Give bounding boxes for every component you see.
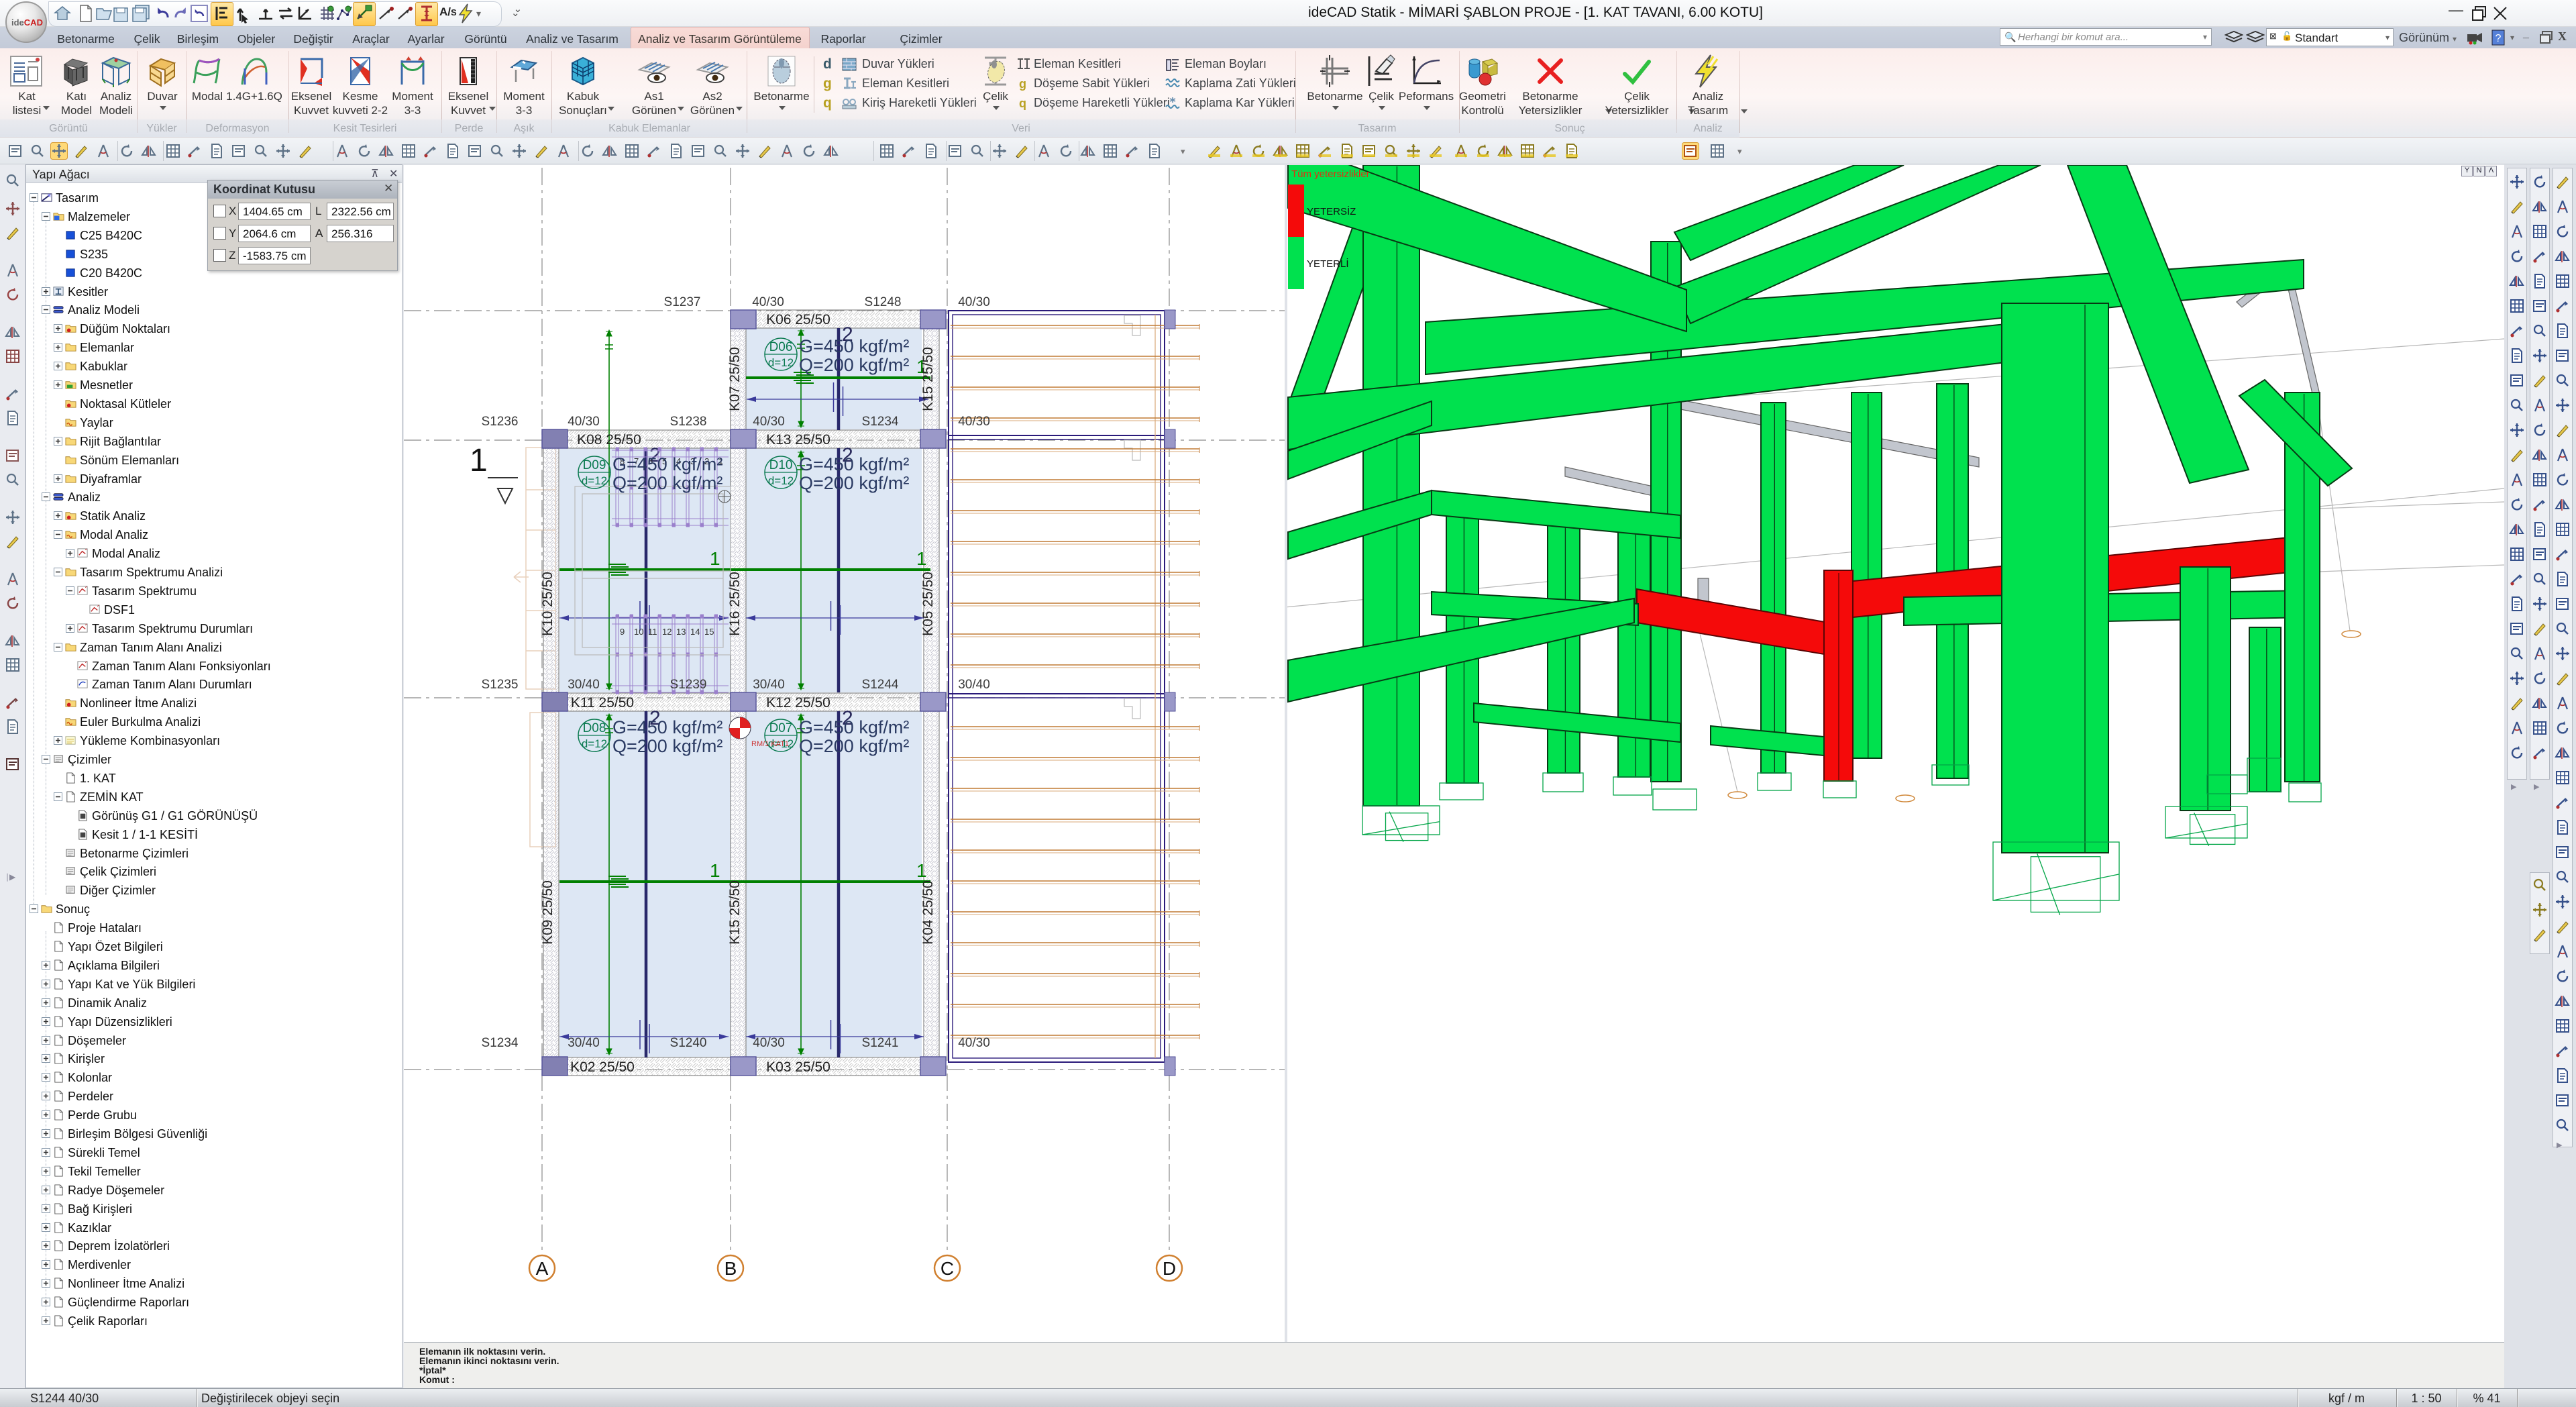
svg-text:S1240: S1240 [670, 1036, 707, 1050]
svg-text:K10 25/50: K10 25/50 [540, 572, 555, 636]
svg-text:10: 10 [634, 627, 643, 637]
svg-text:d=12: d=12 [768, 474, 794, 487]
svg-text:11: 11 [648, 627, 657, 637]
svg-text:K04 25/50: K04 25/50 [920, 880, 936, 945]
svg-text:40/30: 40/30 [958, 1036, 990, 1050]
svg-text:K15 25/50: K15 25/50 [727, 880, 743, 945]
svg-text:YETERSİZ: YETERSİZ [1307, 205, 1356, 217]
svg-text:G=450 kgf/m²: G=450 kgf/m² [612, 454, 722, 474]
svg-text:S1239: S1239 [670, 678, 707, 692]
svg-text:G=450 kgf/m²: G=450 kgf/m² [612, 717, 722, 737]
svg-text:d=12: d=12 [582, 474, 607, 487]
svg-text:14: 14 [690, 627, 700, 637]
svg-text:S1235: S1235 [482, 678, 519, 692]
svg-text:30/40: 30/40 [568, 1036, 600, 1050]
svg-text:S1248: S1248 [865, 295, 902, 309]
svg-text:Tüm yetersizlikler: Tüm yetersizlikler [1291, 168, 1370, 180]
svg-text:1: 1 [710, 548, 720, 569]
svg-text:13: 13 [676, 627, 686, 637]
svg-text:9: 9 [620, 627, 625, 637]
svg-text:K16 25/50: K16 25/50 [727, 572, 743, 636]
svg-text:S1237: S1237 [664, 295, 701, 309]
svg-text:d=12: d=12 [582, 737, 607, 750]
svg-text:K09 25/50: K09 25/50 [540, 880, 555, 945]
svg-text:D06: D06 [769, 340, 793, 354]
svg-text:40/30: 40/30 [958, 415, 990, 429]
svg-text:S1238: S1238 [670, 415, 707, 429]
svg-text:RM/1 KAT1: RM/1 KAT1 [751, 740, 789, 748]
svg-text:?: ? [2496, 33, 2502, 44]
svg-text:S1241: S1241 [862, 1036, 899, 1050]
svg-text:G=450 kgf/m²: G=450 kgf/m² [799, 336, 909, 356]
svg-text:40/30: 40/30 [753, 1036, 785, 1050]
svg-text:B: B [724, 1258, 737, 1279]
svg-text:40/30: 40/30 [958, 295, 990, 309]
svg-text:S1234: S1234 [862, 415, 899, 429]
svg-text:D09: D09 [583, 458, 606, 472]
svg-text:K11 25/50: K11 25/50 [571, 695, 634, 711]
svg-text:q: q [1019, 97, 1026, 110]
svg-text:30/40: 30/40 [958, 678, 990, 692]
svg-text:K15 25/50: K15 25/50 [920, 347, 936, 411]
svg-text:S1234: S1234 [482, 1036, 519, 1050]
svg-text:D07: D07 [769, 721, 793, 735]
svg-text:G=450 kgf/m²: G=450 kgf/m² [799, 454, 909, 474]
svg-text:g: g [1019, 77, 1026, 91]
svg-text:K02 25/50: K02 25/50 [570, 1059, 635, 1075]
svg-text:S1236: S1236 [482, 415, 519, 429]
svg-text:C: C [941, 1258, 954, 1279]
svg-text:Q=200 kgf/m²: Q=200 kgf/m² [799, 736, 909, 756]
svg-text:40/30: 40/30 [752, 295, 784, 309]
svg-text:S1244: S1244 [862, 678, 899, 692]
svg-text:D: D [1163, 1258, 1176, 1279]
svg-text:D10: D10 [769, 458, 793, 472]
svg-text:d=12: d=12 [768, 356, 794, 369]
svg-text:30/40: 30/40 [753, 678, 785, 692]
svg-text:30/40: 30/40 [568, 678, 600, 692]
svg-text:Q=200 kgf/m²: Q=200 kgf/m² [799, 355, 909, 375]
svg-text:40/30: 40/30 [568, 415, 600, 429]
svg-text:K13 25/50: K13 25/50 [766, 432, 830, 448]
svg-text:D08: D08 [583, 721, 606, 735]
svg-text:1: 1 [916, 860, 927, 881]
svg-text:A: A [536, 1258, 549, 1279]
svg-text:K05 25/50: K05 25/50 [920, 572, 936, 636]
svg-text:YETERLİ: YETERLİ [1307, 258, 1349, 270]
svg-text:1: 1 [470, 443, 488, 478]
svg-text:K03 25/50: K03 25/50 [766, 1059, 830, 1075]
svg-text:K08 25/50: K08 25/50 [577, 432, 641, 448]
svg-text:G=450 kgf/m²: G=450 kgf/m² [799, 717, 909, 737]
svg-text:1: 1 [916, 548, 927, 569]
svg-text:K06 25/50: K06 25/50 [766, 312, 830, 327]
svg-text:K07 25/50: K07 25/50 [727, 347, 743, 411]
svg-text:Q=200 kgf/m²: Q=200 kgf/m² [612, 736, 722, 756]
svg-text:12: 12 [662, 627, 672, 637]
svg-text:Q=200 kgf/m²: Q=200 kgf/m² [799, 473, 909, 493]
svg-text:40/30: 40/30 [753, 415, 785, 429]
svg-text:1: 1 [710, 860, 720, 881]
svg-text:Q=200 kgf/m²: Q=200 kgf/m² [612, 473, 722, 493]
svg-text:15: 15 [704, 627, 714, 637]
svg-text:K12 25/50: K12 25/50 [766, 695, 830, 711]
